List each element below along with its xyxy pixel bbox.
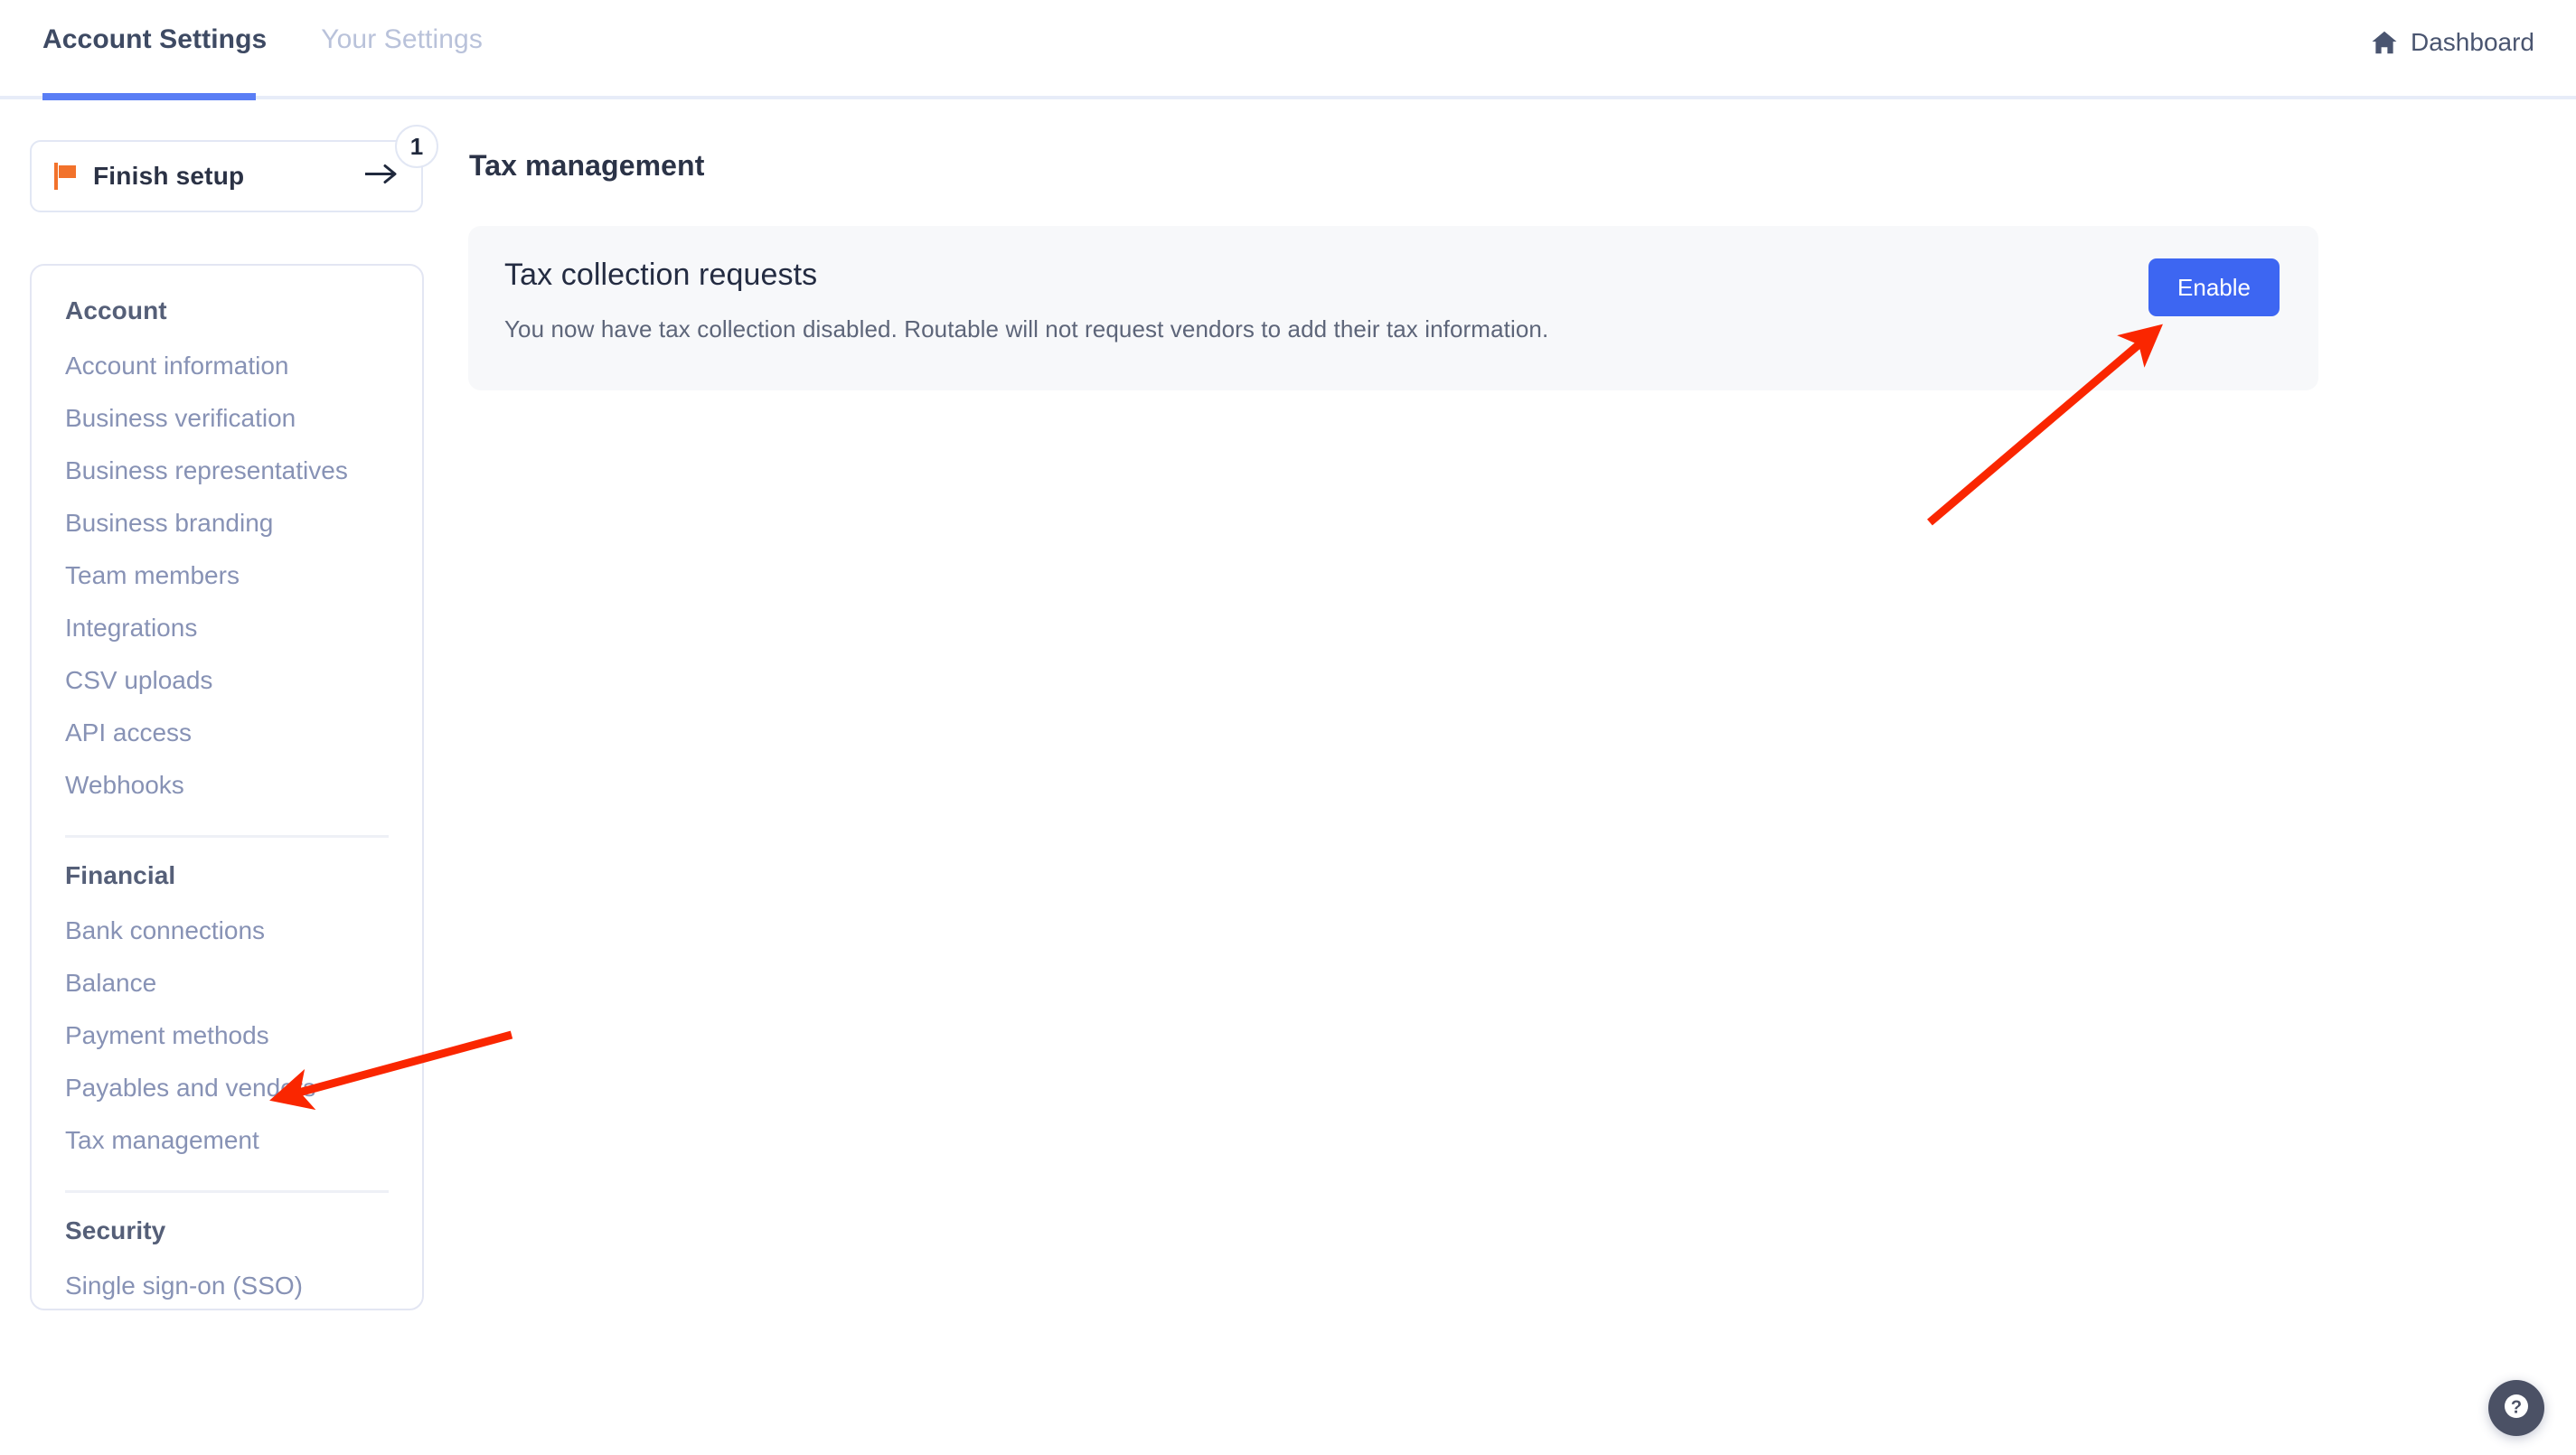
sidebar-item-business-branding[interactable]: Business branding (65, 497, 422, 549)
enable-button[interactable]: Enable (2148, 258, 2280, 316)
active-tab-indicator (42, 93, 256, 100)
finish-setup-label: Finish setup (93, 162, 245, 190)
nav-group-title-account: Account (65, 296, 167, 324)
nav-group-title-financial: Financial (65, 861, 176, 889)
top-navigation-bar: Account Settings Your Settings Dashboard (0, 0, 2576, 100)
flag-icon (54, 163, 78, 190)
sidebar-item-csv-uploads[interactable]: CSV uploads (65, 654, 422, 707)
sidebar-item-team-members[interactable]: Team members (65, 549, 422, 602)
panel-title: Tax collection requests (504, 258, 818, 292)
finish-setup-button[interactable]: Finish setup (30, 140, 423, 212)
tab-your-settings[interactable]: Your Settings (321, 23, 483, 56)
sidebar-item-integrations[interactable]: Integrations (65, 602, 422, 654)
sidebar-item-api-access[interactable]: API access (65, 707, 422, 759)
help-button[interactable]: ? (2488, 1380, 2544, 1436)
finish-setup-wrapper: Finish setup 1 (30, 125, 438, 212)
sidebar-item-bank-connections[interactable]: Bank connections (65, 905, 422, 957)
sidebar-item-account-information[interactable]: Account information (65, 340, 422, 392)
nav-group-title-security: Security (65, 1216, 166, 1244)
tab-account-settings[interactable]: Account Settings (42, 23, 267, 56)
sidebar-item-payables-and-vendors[interactable]: Payables and vendors (65, 1062, 422, 1114)
panel-description: You now have tax collection disabled. Ro… (504, 315, 1549, 343)
settings-tab-list: Account Settings Your Settings (42, 23, 483, 56)
arrow-right-icon (363, 161, 400, 192)
sidebar-item-webhooks[interactable]: Webhooks (65, 759, 422, 812)
finish-setup-badge: 1 (395, 125, 438, 168)
sidebar-item-single-sign-on[interactable]: Single sign-on (SSO) (65, 1260, 422, 1312)
page-title: Tax management (469, 149, 705, 182)
dashboard-label: Dashboard (2411, 28, 2534, 56)
sidebar-item-tax-management[interactable]: Tax management (65, 1114, 422, 1167)
dashboard-link[interactable]: Dashboard (2371, 27, 2534, 58)
sidebar-item-balance[interactable]: Balance (65, 957, 422, 1009)
tax-collection-requests-panel: Tax collection requests You now have tax… (468, 226, 2318, 390)
sidebar-item-payment-methods[interactable]: Payment methods (65, 1009, 422, 1062)
home-icon (2371, 30, 2398, 55)
app-root: Account Settings Your Settings Dashboard… (0, 0, 2576, 1455)
sidebar-item-business-representatives[interactable]: Business representatives (65, 445, 422, 497)
settings-sidebar: Account Account information Business ver… (30, 264, 424, 1310)
sidebar-divider-2 (65, 1190, 389, 1193)
question-mark-icon: ? (2500, 1390, 2533, 1427)
svg-text:?: ? (2511, 1397, 2522, 1417)
sidebar-item-business-verification[interactable]: Business verification (65, 392, 422, 445)
sidebar-divider-1 (65, 835, 389, 838)
